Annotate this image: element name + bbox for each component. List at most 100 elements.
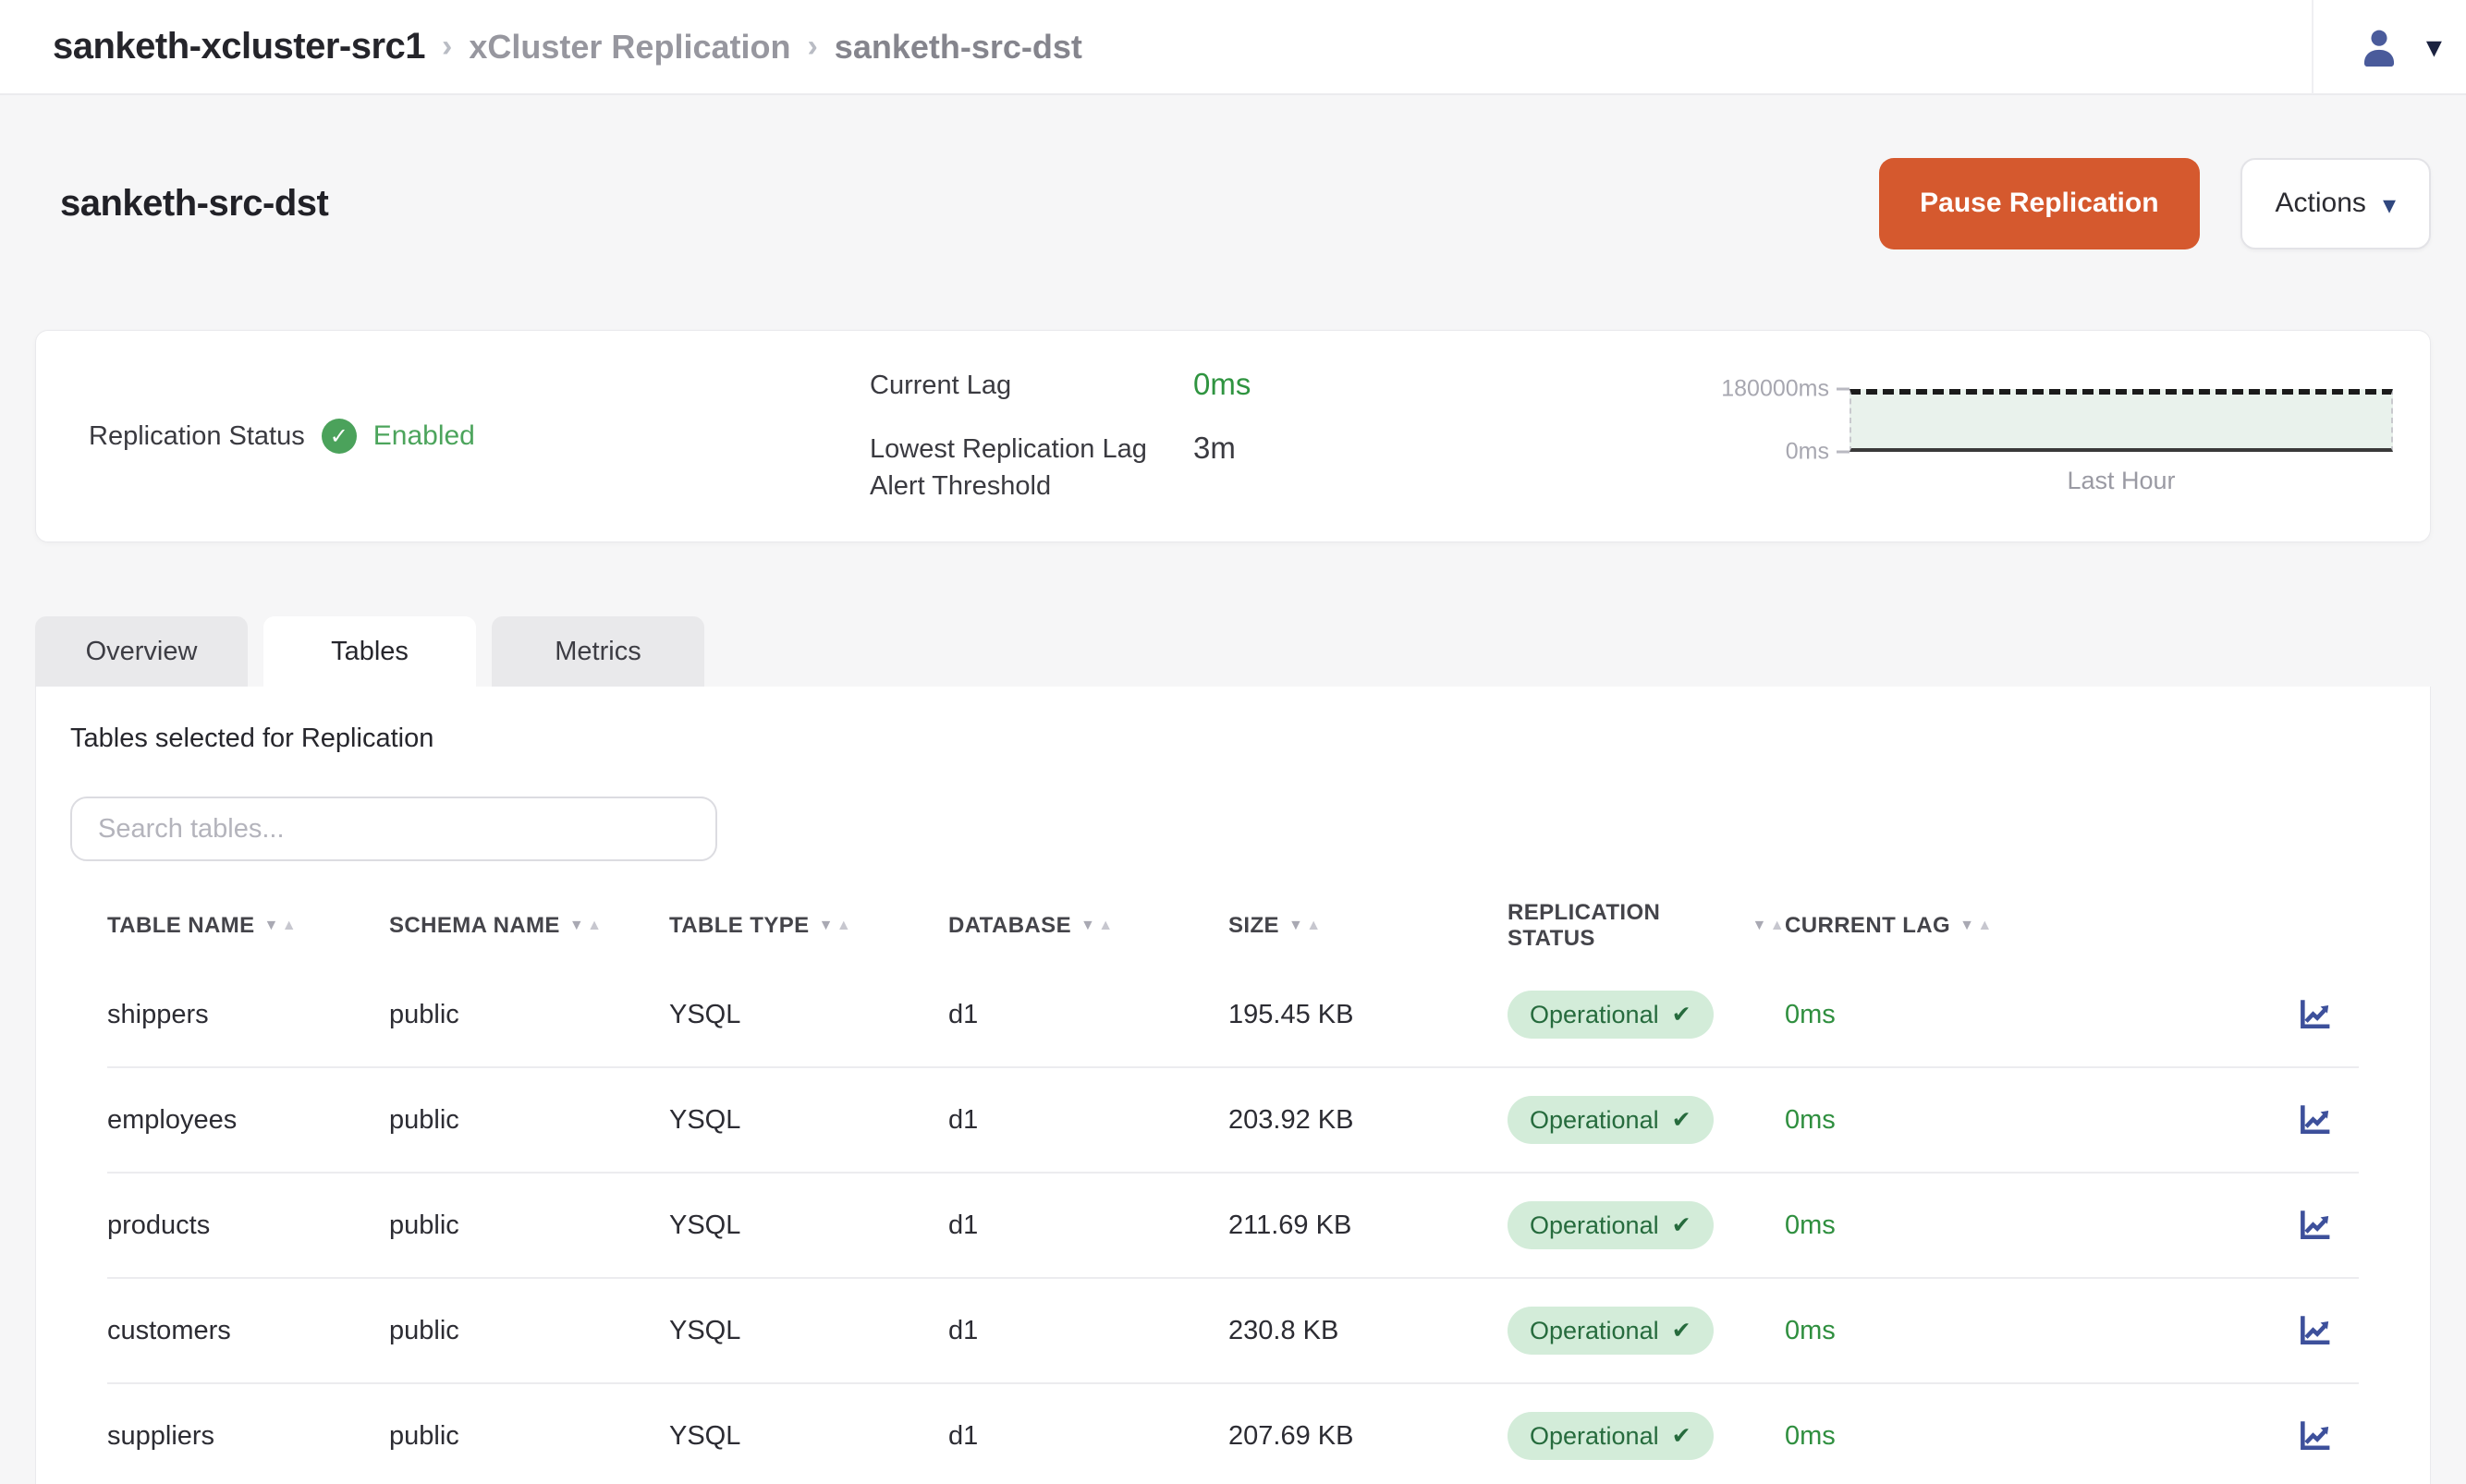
cell-database: d1	[948, 1316, 1228, 1346]
cell-size: 195.45 KB	[1228, 1000, 1508, 1030]
cell-schema-name: public	[389, 1000, 669, 1030]
cell-database: d1	[948, 1105, 1228, 1136]
title-row: sanketh-src-dst Pause Replication Action…	[35, 157, 2431, 249]
column-header-schema-name[interactable]: SCHEMA NAME▼▲	[389, 913, 669, 939]
breadcrumb-universe-link[interactable]: sanketh-xcluster-src1	[53, 26, 425, 67]
page-title: sanketh-src-dst	[60, 183, 328, 225]
user-menu-caret-icon[interactable]: ▾	[2426, 31, 2442, 63]
view-lag-chart-button[interactable]	[2296, 1417, 2335, 1455]
breadcrumb: sanketh-xcluster-src1 › xCluster Replica…	[53, 26, 1082, 67]
cell-current-lag: 0ms	[1785, 1210, 2071, 1241]
pause-replication-button[interactable]: Pause Replication	[1879, 158, 2199, 249]
chart-icon	[2296, 995, 2335, 1034]
cell-database: d1	[948, 1000, 1228, 1030]
cell-size: 207.69 KB	[1228, 1421, 1508, 1452]
cell-database: d1	[948, 1210, 1228, 1241]
replication-status-card: Replication Status ✓ Enabled Current Lag…	[35, 330, 2431, 542]
lag-mini-chart: 180000ms 0ms Last Hour	[1683, 389, 2393, 495]
table-row: customers public YSQL d1 230.8 KB Operat…	[107, 1279, 2359, 1384]
cell-current-lag: 0ms	[1785, 1000, 2071, 1030]
cell-table-name: customers	[107, 1316, 389, 1346]
user-avatar-icon[interactable]	[2356, 24, 2402, 70]
lag-threshold-label: Lowest Replication LagAlert Threshold	[870, 431, 1193, 505]
table-row: shippers public YSQL d1 195.45 KB Operat…	[107, 963, 2359, 1068]
lag-chart-ymax-label: 180000ms	[1721, 375, 1850, 402]
tab-bar: Overview Tables Metrics	[35, 616, 2431, 687]
current-lag-label: Current Lag	[870, 367, 1193, 405]
current-lag-value: 0ms	[1193, 367, 1535, 402]
cell-table-type: YSQL	[669, 1210, 948, 1241]
status-badge: Operational✔	[1508, 1307, 1714, 1355]
actions-caret-icon: ▾	[2383, 192, 2396, 218]
sort-icon[interactable]: ▼▲	[264, 918, 298, 934]
tab-tables[interactable]: Tables	[263, 616, 476, 687]
tab-metrics[interactable]: Metrics	[492, 616, 704, 687]
breadcrumb-separator-icon: ›	[442, 29, 452, 65]
status-badge: Operational✔	[1508, 1412, 1714, 1460]
search-tables-input[interactable]	[70, 797, 717, 861]
panel-heading: Tables selected for Replication	[70, 724, 2396, 754]
cell-table-name: shippers	[107, 1000, 389, 1030]
status-check-icon: ✓	[322, 419, 357, 454]
lag-chart-band	[1850, 389, 2393, 452]
column-header-replication-status[interactable]: REPLICATION STATUS▼▲	[1508, 900, 1785, 952]
cell-size: 211.69 KB	[1228, 1210, 1508, 1241]
cell-table-name: products	[107, 1210, 389, 1241]
chart-icon	[2296, 1206, 2335, 1245]
sort-icon[interactable]: ▼▲	[1959, 918, 1993, 934]
replication-status-value: Enabled	[373, 420, 475, 452]
tables-panel: Tables selected for Replication TABLE NA…	[35, 687, 2431, 1484]
cell-table-type: YSQL	[669, 1105, 948, 1136]
cell-table-name: employees	[107, 1105, 389, 1136]
badge-check-icon: ✔	[1672, 1317, 1691, 1344]
column-header-table-type[interactable]: TABLE TYPE▼▲	[669, 913, 948, 939]
cell-size: 230.8 KB	[1228, 1316, 1508, 1346]
column-header-size[interactable]: SIZE▼▲	[1228, 913, 1508, 939]
lag-metrics: Current Lag 0ms Lowest Replication LagAl…	[870, 367, 1535, 505]
replication-status-group: Replication Status ✓ Enabled	[89, 419, 870, 454]
replication-status-label: Replication Status	[89, 421, 305, 452]
table-header-row: TABLE NAME▼▲ SCHEMA NAME▼▲ TABLE TYPE▼▲ …	[107, 889, 2359, 963]
cell-size: 203.92 KB	[1228, 1105, 1508, 1136]
column-header-database[interactable]: DATABASE▼▲	[948, 913, 1228, 939]
lag-chart-y-axis: 180000ms 0ms	[1683, 389, 1850, 452]
badge-check-icon: ✔	[1672, 1001, 1691, 1028]
table-row: products public YSQL d1 211.69 KB Operat…	[107, 1174, 2359, 1279]
sort-icon[interactable]: ▼▲	[1752, 918, 1786, 934]
breadcrumb-xcluster-link[interactable]: xCluster Replication	[469, 28, 790, 67]
lag-chart-caption: Last Hour	[2067, 467, 2175, 495]
cell-current-lag: 0ms	[1785, 1105, 2071, 1136]
title-actions: Pause Replication Actions ▾	[1879, 158, 2431, 249]
chart-icon	[2296, 1101, 2335, 1139]
chart-icon	[2296, 1311, 2335, 1350]
view-lag-chart-button[interactable]	[2296, 1206, 2335, 1245]
cell-schema-name: public	[389, 1316, 669, 1346]
lag-chart-ymin-label: 0ms	[1786, 438, 1850, 465]
lag-chart-plot-area: Last Hour	[1850, 389, 2393, 495]
tab-overview[interactable]: Overview	[35, 616, 248, 687]
actions-button-label: Actions	[2276, 188, 2366, 219]
user-menu[interactable]: ▾	[2312, 0, 2466, 94]
main-content: sanketh-src-dst Pause Replication Action…	[0, 95, 2466, 1484]
column-header-table-name[interactable]: TABLE NAME▼▲	[107, 913, 389, 939]
lag-threshold-value: 3m	[1193, 431, 1535, 466]
status-badge: Operational✔	[1508, 991, 1714, 1039]
cell-schema-name: public	[389, 1210, 669, 1241]
status-badge: Operational✔	[1508, 1201, 1714, 1249]
actions-button[interactable]: Actions ▾	[2240, 158, 2431, 249]
cell-current-lag: 0ms	[1785, 1316, 2071, 1346]
column-header-current-lag[interactable]: CURRENT LAG▼▲	[1785, 913, 2071, 939]
sort-icon[interactable]: ▼▲	[569, 918, 603, 934]
sort-icon[interactable]: ▼▲	[1080, 918, 1114, 934]
badge-check-icon: ✔	[1672, 1211, 1691, 1239]
cell-table-type: YSQL	[669, 1000, 948, 1030]
cell-table-type: YSQL	[669, 1421, 948, 1452]
view-lag-chart-button[interactable]	[2296, 1101, 2335, 1139]
cell-table-name: suppliers	[107, 1421, 389, 1452]
view-lag-chart-button[interactable]	[2296, 995, 2335, 1034]
sort-icon[interactable]: ▼▲	[1288, 918, 1322, 934]
sort-icon[interactable]: ▼▲	[819, 918, 852, 934]
breadcrumb-separator-icon: ›	[807, 29, 817, 65]
view-lag-chart-button[interactable]	[2296, 1311, 2335, 1350]
cell-current-lag: 0ms	[1785, 1421, 2071, 1452]
